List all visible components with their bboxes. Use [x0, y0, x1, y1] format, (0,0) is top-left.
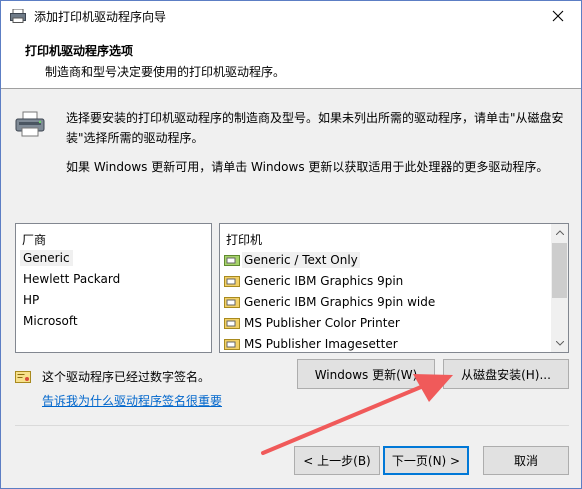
printer-item-label: MS Publisher Color Printer	[244, 316, 400, 330]
manufacturer-list-header: 厂商	[22, 233, 47, 247]
printer-driver-icon	[224, 318, 240, 329]
printer-driver-icon	[224, 276, 240, 287]
printer-driver-icon	[224, 255, 240, 266]
printer-item-label: Generic / Text Only	[242, 252, 360, 268]
close-button[interactable]	[535, 1, 581, 31]
back-button[interactable]: < 上一步(B)	[294, 446, 380, 475]
chevron-down-icon	[555, 341, 564, 346]
next-button[interactable]: 下一页(N) >	[383, 446, 469, 475]
instruction-text: 选择要安装的打印机驱动程序的制造商及型号。如果未列出所需的驱动程序，请单击"从磁…	[66, 111, 564, 145]
certificate-icon	[15, 371, 31, 383]
page-title: 打印机驱动程序选项	[25, 44, 134, 58]
printer-item[interactable]: MS Publisher Imagesetter	[224, 334, 400, 352]
printer-driver-icon	[224, 297, 240, 308]
printer-item[interactable]: Generic IBM Graphics 9pin wide	[224, 292, 437, 312]
title-bar[interactable]: 添加打印机驱动程序向导	[1, 1, 581, 31]
have-disk-button[interactable]: 从磁盘安装(H)...	[443, 359, 569, 389]
printer-item[interactable]: Generic / Text Only	[224, 250, 360, 270]
printer-item[interactable]: MS Publisher Color Printer	[224, 313, 402, 333]
close-icon	[552, 10, 564, 22]
signature-status: 这个驱动程序已经过数字签名。	[42, 370, 211, 384]
printer-list-header: 打印机	[226, 233, 263, 247]
printer-item-label: Generic IBM Graphics 9pin wide	[244, 295, 436, 309]
wizard-header: 打印机驱动程序选项 制造商和型号决定要使用的打印机驱动程序。	[1, 31, 581, 89]
chevron-up-icon	[555, 230, 564, 235]
manufacturer-item[interactable]: Generic	[20, 250, 73, 266]
window-title: 添加打印机驱动程序向导	[34, 10, 167, 24]
add-printer-driver-wizard: 添加打印机驱动程序向导 打印机驱动程序选项 制造商和型号决定要使用的打印机驱动程…	[0, 0, 582, 489]
footer-divider	[15, 425, 569, 426]
printer-item-label: MS Publisher Imagesetter	[244, 337, 398, 351]
manufacturer-list[interactable]: 厂商 Generic Hewlett Packard HP Microsoft	[15, 223, 212, 353]
printer-driver-icon	[224, 339, 240, 350]
printer-item-label: Generic IBM Graphics 9pin	[244, 274, 404, 288]
manufacturer-item[interactable]: Microsoft	[20, 313, 81, 329]
printer-icon	[15, 111, 45, 137]
windows-update-button[interactable]: Windows 更新(W)	[297, 359, 435, 389]
printer-list-scrollbar[interactable]	[551, 224, 568, 352]
printer-wizard-icon	[10, 9, 26, 23]
printer-item[interactable]: Generic IBM Graphics 9pin	[224, 271, 405, 291]
windows-update-hint: 如果 Windows 更新可用，请单击 Windows 更新以获取适用于此处理器…	[66, 160, 549, 174]
cancel-button[interactable]: 取消	[483, 446, 569, 475]
manufacturer-item[interactable]: HP	[20, 292, 42, 308]
manufacturer-item[interactable]: Hewlett Packard	[20, 271, 123, 287]
scroll-thumb[interactable]	[552, 243, 567, 298]
page-subtitle: 制造商和型号决定要使用的打印机驱动程序。	[45, 65, 286, 79]
scroll-down-button[interactable]	[551, 335, 568, 352]
printer-list[interactable]: 打印机 Generic / Text Only Generic IBM Grap…	[219, 223, 569, 353]
driver-signing-help-link[interactable]: 告诉我为什么驱动程序签名很重要	[42, 392, 222, 409]
scroll-up-button[interactable]	[551, 224, 568, 241]
